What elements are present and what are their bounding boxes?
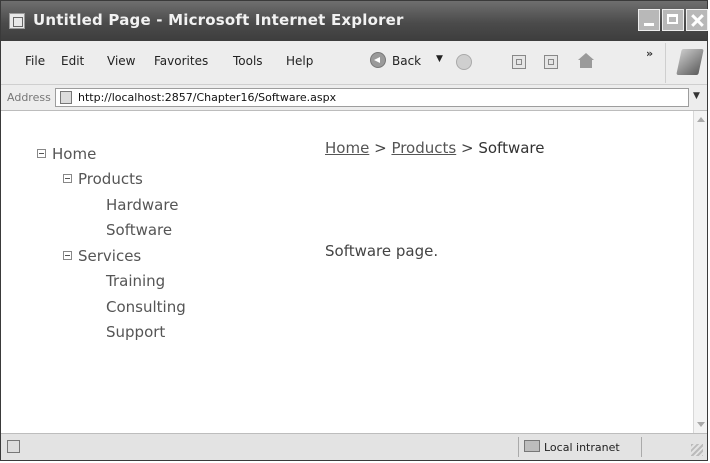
status-divider [518,437,519,457]
home-icon[interactable] [578,53,594,68]
refresh-icon[interactable] [544,55,558,69]
maximize-button[interactable] [662,9,684,31]
scroll-down-icon[interactable] [697,422,705,427]
menu-file[interactable]: File [25,54,45,68]
intranet-zone-icon [524,440,540,452]
tree-node-consulting[interactable]: Consulting [106,298,186,316]
tree-node-training[interactable]: Training [106,272,165,290]
resize-grip[interactable] [691,444,703,456]
scroll-up-icon[interactable] [697,117,705,122]
window-title: Untitled Page - Microsoft Internet Explo… [33,11,404,29]
back-arrow-icon [370,52,386,68]
menu-help[interactable]: Help [286,54,313,68]
tree-label-home: Home [52,145,97,163]
status-bar: Local intranet [1,433,707,460]
ie-app-icon [9,13,25,29]
security-zone-label: Local intranet [544,441,620,454]
title-bar: Untitled Page - Microsoft Internet Explo… [1,1,708,41]
toolbar-divider [665,43,666,83]
menu-favorites[interactable]: Favorites [154,54,208,68]
address-dropdown-icon[interactable]: ▼ [693,91,700,101]
breadcrumb-separator: > [374,139,387,157]
tree-label-products: Products [78,170,143,188]
menu-view[interactable]: View [107,54,135,68]
toolbar-overflow-chevron[interactable]: » [646,47,653,60]
page-status-icon [7,440,20,453]
tree-node-software[interactable]: Software [106,221,172,239]
tree-node-support[interactable]: Support [106,323,165,341]
vertical-scrollbar[interactable] [693,111,707,433]
menu-edit[interactable]: Edit [61,54,84,68]
stop-icon[interactable] [512,55,526,69]
address-input[interactable]: http://localhost:2857/Chapter16/Software… [55,88,689,107]
tree-node-services[interactable]: Services [63,247,141,265]
page-icon [60,91,72,104]
breadcrumb-current: Software [478,139,545,157]
windows-logo-icon [676,49,704,75]
back-dropdown-icon[interactable]: ▼ [436,54,443,64]
address-bar: Address http://localhost:2857/Chapter16/… [1,85,707,111]
page-content: Home Products Hardware Software Services… [1,111,693,433]
collapse-icon[interactable] [63,251,72,260]
minimize-button[interactable] [638,9,660,31]
breadcrumb-home-link[interactable]: Home [325,139,369,157]
menu-tools[interactable]: Tools [233,54,263,68]
breadcrumb: Home > Products > Software [325,139,544,157]
close-button[interactable] [686,9,708,31]
page-message: Software page. [325,242,439,260]
back-label: Back [392,54,422,68]
forward-button[interactable] [456,54,472,70]
collapse-icon[interactable] [63,174,72,183]
back-button[interactable]: Back ▼ [370,50,452,74]
tree-label-services: Services [78,247,142,265]
tree-node-hardware[interactable]: Hardware [106,196,178,214]
address-url: http://localhost:2857/Chapter16/Software… [78,91,337,104]
tree-node-home[interactable]: Home [37,145,96,163]
address-label: Address [7,91,51,104]
collapse-icon[interactable] [37,149,46,158]
status-divider [641,437,642,457]
breadcrumb-separator: > [461,139,474,157]
breadcrumb-products-link[interactable]: Products [391,139,456,157]
tree-node-products[interactable]: Products [63,170,143,188]
browser-window: Untitled Page - Microsoft Internet Explo… [0,0,708,461]
menu-bar: File Edit View Favorites Tools Help Back… [1,41,707,85]
